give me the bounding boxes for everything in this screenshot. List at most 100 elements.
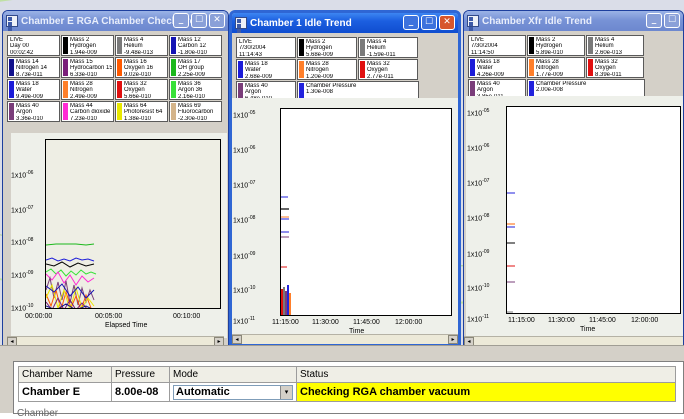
y-tick-label: 1x10-10 xyxy=(233,285,255,294)
chamber-e-title-bar[interactable]: Chamber E RGA Chamber Check Trend _ ☐ ✕ xyxy=(3,11,228,31)
y-tick-label: 1x10-07 xyxy=(11,205,33,214)
x-tick-label: 11:15:00 xyxy=(272,319,299,326)
mass-readout-cell: Mass 32 Oxygen 8.39e-011 xyxy=(586,57,644,78)
scroll-left-button[interactable]: ◂ xyxy=(232,335,242,344)
chevron-down-icon[interactable]: ▾ xyxy=(280,385,292,399)
column-header-mode[interactable]: Mode xyxy=(169,366,297,383)
y-tick-base: 1x10 xyxy=(11,239,27,247)
y-tick-label: 1x10-10 xyxy=(11,303,33,312)
next-table-row-partial: Chamber xyxy=(17,408,59,419)
y-tick-base: 1x10 xyxy=(233,182,249,190)
x-tick-label: 11:30:00 xyxy=(312,319,339,326)
cell-line: 4.26e-009 xyxy=(477,71,505,78)
y-tick-exponent: -05 xyxy=(248,110,256,116)
cell-line: 2.00e-008 xyxy=(536,87,564,94)
column-header-chamber-name[interactable]: Chamber Name xyxy=(18,366,112,383)
column-header-status[interactable]: Status xyxy=(296,366,676,383)
mode-dropdown[interactable]: Automatic ▾ xyxy=(173,384,293,400)
series-color-swatch xyxy=(171,81,176,98)
minimize-button[interactable]: _ xyxy=(403,15,419,30)
scroll-right-button[interactable]: ▸ xyxy=(448,335,458,344)
close-button[interactable]: ✕ xyxy=(209,13,225,28)
mass-readout-cell: Mass 69 Fluorocarbon -2.30e-010 xyxy=(169,101,222,122)
cell-line: Carbon dioxide xyxy=(70,109,111,116)
mass-readout-cell: Mass 28 Nitrogen 2.49e-009 xyxy=(61,79,114,100)
series-color-swatch xyxy=(470,59,475,76)
y-tick-label: 1x10-08 xyxy=(233,215,255,224)
y-tick-exponent: -07 xyxy=(26,205,34,211)
app-icon xyxy=(6,15,18,31)
cell-line: 1.20e-009 xyxy=(306,73,334,80)
series-color-swatch xyxy=(63,81,68,98)
y-tick-label: 1x10-06 xyxy=(11,170,33,179)
mass-readout-cell: Mass 32 Oxygen 5.66e-010 xyxy=(115,79,168,100)
chamber-1-title-bar[interactable]: Chamber 1 Idle Trend _ ☐ ✕ xyxy=(232,13,458,33)
mass-readout-cell: Mass 40 Argon 3.36e-010 xyxy=(7,101,60,122)
series-color-swatch xyxy=(238,61,243,78)
scroll-right-button[interactable]: ▸ xyxy=(214,337,224,345)
cell-line: 1.30e-008 xyxy=(306,89,334,96)
minimize-button[interactable]: _ xyxy=(646,13,662,28)
chamber-xfr-trend-window[interactable]: Chamber Xfr Idle Trend _ ☐ LIVE 7/30/2004… xyxy=(463,10,684,345)
x-axis-title: Time xyxy=(580,326,596,333)
app-icon xyxy=(467,15,479,31)
trend-line xyxy=(46,243,95,246)
chamber-1-trend-window[interactable]: Chamber 1 Idle Trend _ ☐ ✕ LIVE 7/30/2004… xyxy=(229,10,461,345)
y-tick-exponent: -11 xyxy=(248,316,256,322)
chamber-xfr-title-bar[interactable]: Chamber Xfr Idle Trend _ ☐ xyxy=(464,11,683,31)
maximize-button[interactable]: ☐ xyxy=(421,15,437,30)
chamber-status-panel: Chamber Name Pressure Mode Status Chambe… xyxy=(0,345,684,419)
y-tick-exponent: -10 xyxy=(482,283,490,289)
mass-readout-cell: Mass 18 Water 4.26e-009 xyxy=(468,57,526,78)
cell-line: 2.60e-013 xyxy=(595,49,623,56)
scroll-left-button[interactable]: ◂ xyxy=(464,337,474,345)
window-title: Chamber Xfr Idle Trend xyxy=(482,15,593,27)
column-header-pressure[interactable]: Pressure xyxy=(111,366,170,383)
trend-plot xyxy=(46,243,97,308)
y-tick-exponent: -09 xyxy=(26,270,34,276)
mass-readout-cell: Mass 32 Oxygen 2.77e-011 xyxy=(358,59,418,80)
chamber-e-trend-window[interactable]: Chamber E RGA Chamber Check Trend _ ☐ ✕ … xyxy=(2,10,229,345)
mass-readout-cell: Mass 15 Hydrocarbon 15 6.33e-010 xyxy=(61,57,114,78)
x-tick-label: 00:10:00 xyxy=(173,313,201,320)
y-tick-base: 1x10 xyxy=(233,253,249,261)
x-tick-label: 12:00:00 xyxy=(631,317,659,324)
table-row[interactable]: Chamber E 8.00e-08 Automatic ▾ Checking … xyxy=(18,382,676,402)
y-tick-label: 1x10-06 xyxy=(233,145,255,154)
y-tick-base: 1x10 xyxy=(467,251,483,259)
y-tick-exponent: -11 xyxy=(482,314,490,320)
scroll-left-button[interactable]: ◂ xyxy=(7,337,17,345)
series-color-swatch xyxy=(63,59,68,76)
y-tick-exponent: -08 xyxy=(26,237,34,243)
y-tick-label: 1x10-08 xyxy=(467,213,489,222)
horizontal-scrollbar[interactable]: ◂ xyxy=(464,336,683,345)
y-tick-exponent: -08 xyxy=(248,215,256,221)
maximize-button[interactable]: ☐ xyxy=(664,13,680,28)
cell-line: 2.68e-009 xyxy=(245,73,273,80)
y-tick-exponent: -10 xyxy=(26,303,34,309)
window-title: Chamber 1 Idle Trend xyxy=(250,17,352,29)
series-color-swatch xyxy=(63,103,68,120)
y-tick-label: 1x10-05 xyxy=(233,110,255,119)
cell-line: 11:14:43 xyxy=(239,51,262,58)
horizontal-scrollbar[interactable]: ◂ ▸ xyxy=(232,334,458,344)
cell-line: Photoresist 64 xyxy=(124,109,163,116)
mass-readout-cell: Mass 12 Carbon 12 -1.80e-010 xyxy=(169,35,222,56)
trend-plot-panel: 1x10-05 1x10-06 1x10-07 1x10-08 1x10-09 1x10-… xyxy=(232,98,458,338)
y-tick-base: 1x10 xyxy=(233,217,249,225)
maximize-button[interactable]: ☐ xyxy=(191,13,207,28)
y-tick-exponent: -06 xyxy=(482,143,490,149)
close-button[interactable]: ✕ xyxy=(439,15,455,30)
series-color-swatch xyxy=(117,103,122,120)
chamber-name-cell: Chamber E xyxy=(18,382,112,402)
y-tick-exponent: -06 xyxy=(26,170,34,176)
y-tick-base: 1x10 xyxy=(467,145,483,153)
trend-line xyxy=(46,268,97,277)
series-color-swatch xyxy=(588,59,593,76)
mode-cell: Automatic ▾ xyxy=(169,382,297,402)
minimize-button[interactable]: _ xyxy=(173,13,189,28)
cell-line: -2.30e-010 xyxy=(178,115,208,122)
horizontal-scrollbar[interactable]: ◂ ▸ xyxy=(7,336,224,345)
mass-readout-cell: Mass 4 Helium 2.60e-013 xyxy=(586,35,644,56)
y-tick-base: 1x10 xyxy=(11,172,27,180)
